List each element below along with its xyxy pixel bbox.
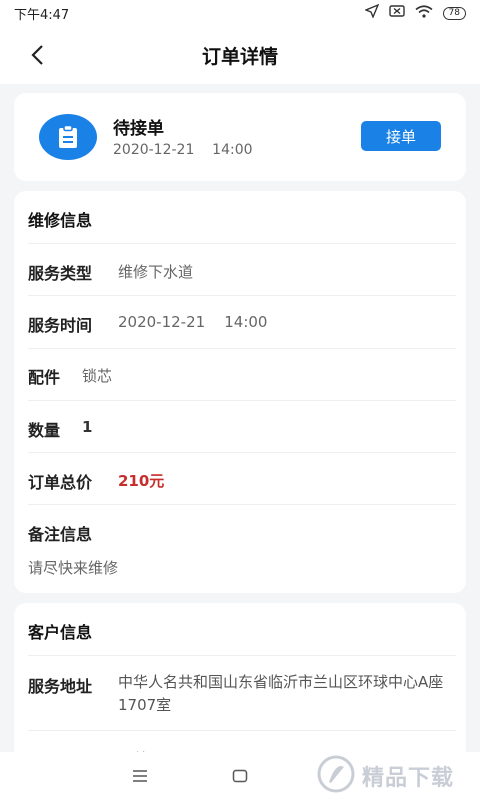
location-icon xyxy=(363,3,379,22)
order-status-datetime: 2020-12-21 14:00 xyxy=(113,142,253,158)
battery-icon: 78 xyxy=(442,6,466,20)
page-title: 订单详情 xyxy=(201,45,278,68)
service-type-label: 服务类型 xyxy=(28,264,93,283)
total-price-label: 订单总价 xyxy=(28,473,93,492)
status-time: 下午4:47 xyxy=(14,7,70,23)
sim-off-icon xyxy=(388,5,405,21)
watermark: 精品下载 xyxy=(316,752,476,800)
divider xyxy=(28,243,456,244)
repair-info-title: 维修信息 xyxy=(28,211,93,230)
repair-info-card: 维修信息 服务类型 维修下水道 服务时间 2020-12-21 14:00 配件… xyxy=(14,191,466,593)
service-type-value: 维修下水道 xyxy=(118,263,194,281)
order-status-title: 待接单 xyxy=(113,119,164,139)
order-status-card: 待接单 2020-12-21 14:00 接单 xyxy=(14,93,466,181)
wifi-icon xyxy=(415,4,433,22)
service-time-value: 2020-12-21 14:00 xyxy=(118,313,268,331)
remark-label: 备注信息 xyxy=(28,525,93,544)
divider xyxy=(28,295,456,296)
status-bar: 下午4:47 78 xyxy=(0,0,480,26)
parts-label: 配件 xyxy=(28,368,61,387)
remark-text: 请尽快来维修 xyxy=(28,559,119,577)
status-icons: 78 xyxy=(363,3,466,22)
total-price-value: 210元 xyxy=(118,472,165,490)
divider xyxy=(28,348,456,349)
customer-info-card: 客户信息 服务地址 中华人名共和国山东省临沂市兰山区环球中心A座 1707室 客… xyxy=(14,603,466,773)
service-time-label: 服务时间 xyxy=(28,316,93,335)
divider xyxy=(28,655,456,656)
home-icon[interactable] xyxy=(232,768,248,787)
clipboard-icon xyxy=(39,114,97,160)
divider xyxy=(28,730,456,731)
divider xyxy=(28,452,456,453)
address-label: 服务地址 xyxy=(28,677,93,696)
quantity-value: 1 xyxy=(82,418,93,436)
menu-icon[interactable] xyxy=(132,768,148,787)
chevron-left-icon xyxy=(31,45,43,65)
nav-bar: 订单详情 xyxy=(0,26,480,84)
quantity-label: 数量 xyxy=(28,421,61,440)
back-button[interactable] xyxy=(24,42,50,68)
parts-value: 锁芯 xyxy=(82,367,113,385)
divider xyxy=(28,400,456,401)
customer-info-title: 客户信息 xyxy=(28,623,93,642)
accept-order-button[interactable]: 接单 xyxy=(361,121,441,151)
watermark-logo-icon xyxy=(316,754,356,798)
address-value: 中华人名共和国山东省临沂市兰山区环球中心A座 1707室 xyxy=(118,673,458,714)
watermark-text: 精品下载 xyxy=(362,766,455,791)
divider xyxy=(28,504,456,505)
